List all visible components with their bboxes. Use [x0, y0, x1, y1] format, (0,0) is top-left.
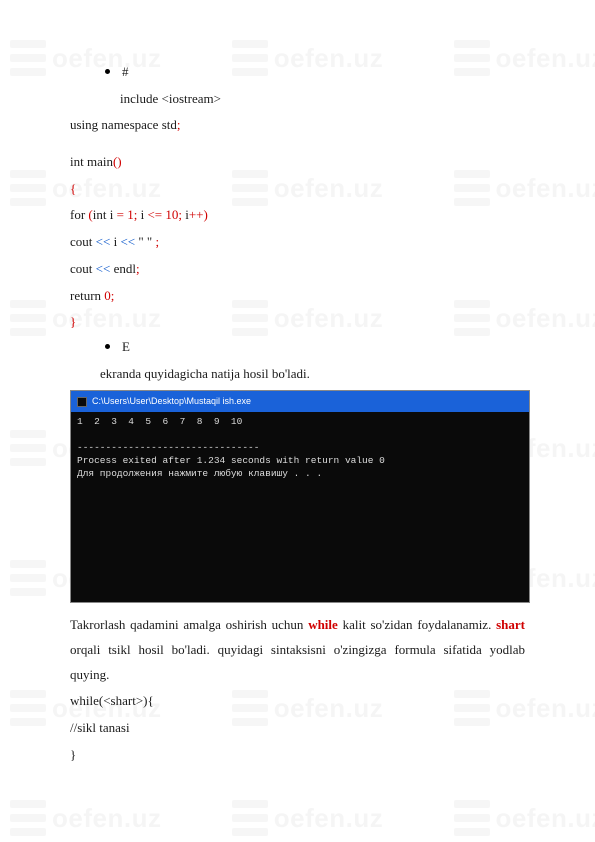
document-content: # include <iostream> using namespace std… [0, 0, 595, 807]
code-line: //sikl tanasi [70, 716, 525, 741]
terminal-window: C:\Users\User\Desktop\Mustaqil ish.exe 1… [70, 390, 530, 603]
keyword-while: while [308, 617, 338, 632]
terminal-title-text: C:\Users\User\Desktop\Mustaqil ish.exe [92, 393, 251, 410]
bullet-icon [105, 344, 110, 349]
code-line: cout << endl; [70, 257, 525, 282]
code-line: using namespace std; [70, 113, 525, 138]
code-line: int main() [70, 150, 525, 175]
code-text: # [122, 60, 129, 85]
code-line: cout << i << " " ; [70, 230, 525, 255]
code-line: { [70, 177, 525, 202]
terminal-icon [77, 397, 87, 407]
code-line: while(<shart>){ [70, 689, 525, 714]
code-text: E [122, 335, 130, 360]
body-paragraph: Takrorlash qadamini amalga oshirish uchu… [70, 613, 525, 687]
code-line: } [70, 310, 525, 335]
body-text: ekranda quyidagicha natija hosil bo'ladi… [100, 362, 525, 387]
code-line: return 0; [70, 284, 525, 309]
code-line: for (int i = 1; i <= 10; i++) [70, 203, 525, 228]
bullet-item: # [105, 60, 525, 85]
terminal-output: 1 2 3 4 5 6 7 8 9 10 -------------------… [71, 412, 529, 602]
code-line: } [70, 743, 525, 768]
terminal-titlebar: C:\Users\User\Desktop\Mustaqil ish.exe [71, 391, 529, 412]
code-line: include <iostream> [120, 87, 525, 112]
keyword-shart: shart [496, 617, 525, 632]
bullet-item: E [105, 335, 525, 360]
bullet-icon [105, 69, 110, 74]
